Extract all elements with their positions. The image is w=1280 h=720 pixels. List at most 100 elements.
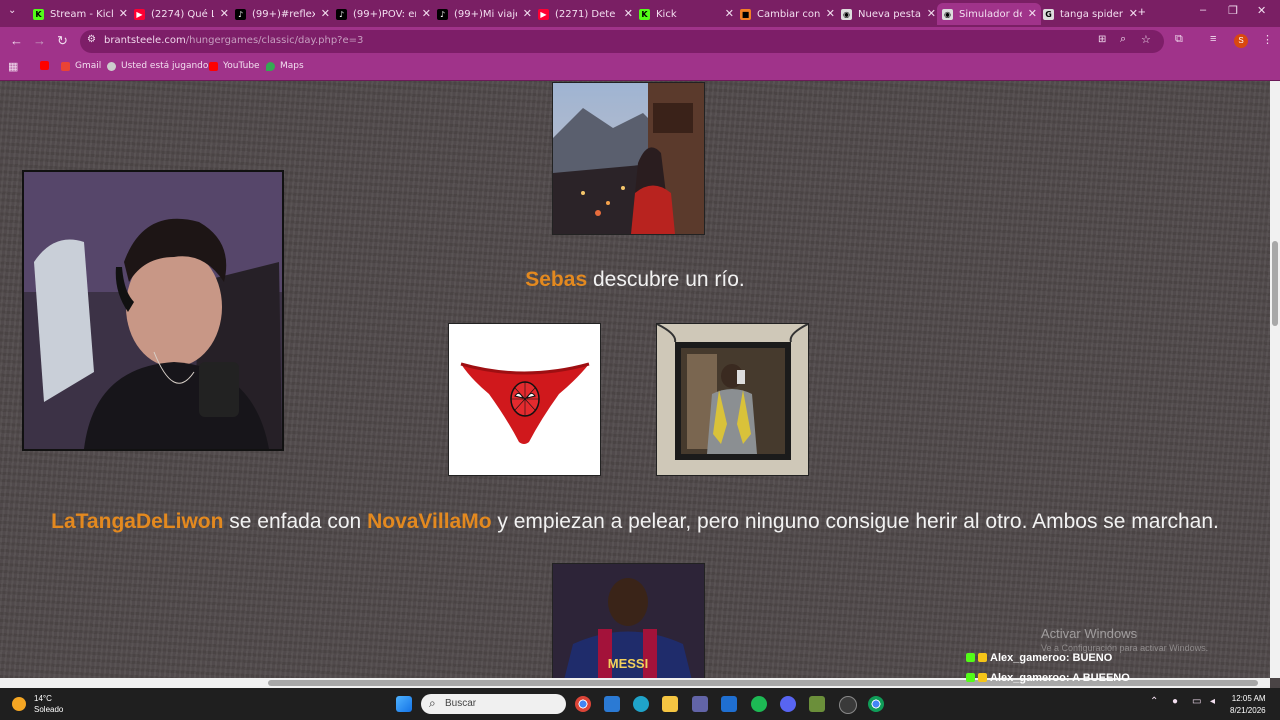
tray-chevron-icon[interactable]: ⌃ — [1150, 696, 1158, 707]
tab-close-icon[interactable]: ✕ — [422, 7, 431, 20]
obs-icon[interactable] — [839, 696, 857, 714]
tab[interactable]: ▶ (2271) Dete ✕ — [533, 3, 637, 25]
event-text: y empiezan a pelear, pero ninguno consig… — [497, 510, 1219, 533]
tab-close-icon[interactable]: ✕ — [220, 7, 229, 20]
tab-close-icon[interactable]: ✕ — [927, 7, 936, 20]
tribute-photo-town — [552, 82, 705, 235]
new-tab-icon[interactable]: + — [1138, 4, 1146, 19]
media-icon[interactable]: ≡ — [1210, 33, 1216, 45]
badge-icon — [978, 673, 987, 682]
network-icon[interactable]: ▭ — [1192, 696, 1201, 707]
chat-user: Alex_gameroo — [990, 671, 1066, 684]
maps-icon — [266, 61, 275, 71]
tab-close-icon[interactable]: ✕ — [1129, 7, 1138, 20]
url-text: brantsteele.com/hungergames/classic/day.… — [104, 35, 364, 46]
menu-icon[interactable]: ⋮ — [1262, 33, 1273, 46]
tab[interactable]: Gtanga spiderm ✕ — [1038, 3, 1142, 25]
weather-temp: 14°C — [34, 694, 52, 703]
tab-close-icon[interactable]: ✕ — [624, 7, 633, 20]
windows-start-icon[interactable] — [396, 696, 412, 712]
tab-close-icon[interactable]: ✕ — [523, 7, 532, 20]
tab-close-icon[interactable]: ✕ — [1028, 7, 1037, 20]
translate-icon[interactable]: ⊞ — [1098, 34, 1106, 45]
edge-icon[interactable] — [633, 696, 649, 712]
chat-user: Alex_gameroo — [990, 651, 1066, 664]
vertical-scrollbar[interactable] — [1270, 81, 1280, 678]
zoom-icon[interactable]: ⌕ — [1120, 33, 1126, 46]
tab-title: tanga spiderm — [1060, 8, 1123, 20]
maximize-icon[interactable]: ❐ — [1228, 4, 1238, 17]
address-bar[interactable]: ⚙ brantsteele.com/hungergames/classic/da… — [80, 30, 1164, 53]
tab[interactable]: ▶ (2274) Qué Los ✕ — [129, 3, 233, 25]
scroll-thumb[interactable] — [1272, 241, 1278, 326]
tab-search-icon[interactable]: ⌄ — [8, 5, 16, 16]
tab[interactable]: ◉ Simulador de ✕ — [937, 3, 1041, 25]
tab[interactable]: ♪ (99+)POV: entr ✕ — [331, 3, 435, 25]
badge-icon — [966, 673, 975, 682]
forward-icon[interactable]: → — [33, 33, 46, 48]
apps-icon[interactable]: ▦ — [8, 60, 18, 73]
tab-favicon-icon: ◉ — [942, 8, 953, 20]
tab[interactable]: K Stream - Kick D ✕ — [28, 3, 132, 25]
chat-text: : A BUEENO — [1065, 671, 1130, 684]
badge-icon — [978, 653, 987, 662]
bookmark-game[interactable]: Usted está jugando... — [107, 61, 217, 71]
toolbar: ← → ↻ ⚙ brantsteele.com/hungergames/clas… — [0, 27, 1280, 56]
event-text: descubre un río. — [592, 268, 745, 291]
search-icon: ⌕ — [429, 696, 436, 710]
tab[interactable]: ♪ (99+)Mi viaje p ✕ — [432, 3, 536, 25]
chrome-profile-icon[interactable] — [868, 696, 884, 712]
bookmark-youtube-icon[interactable] — [40, 61, 54, 70]
event-2: LaTangaDeLiwon se enfada con NovaVillaMo… — [0, 510, 1270, 534]
sun-icon — [12, 697, 26, 711]
reload-icon[interactable]: ↻ — [57, 33, 68, 49]
extensions-icon[interactable]: ⧉ — [1175, 33, 1183, 46]
tab-title: Simulador de — [959, 8, 1022, 20]
tab[interactable]: ◉ Nueva pestaña ✕ — [836, 3, 940, 25]
tab-title: (99+)POV: entr — [353, 8, 416, 20]
bookmark-star-icon[interactable]: ☆ — [1141, 33, 1151, 46]
tab[interactable]: ♪ (99+)#reflexion ✕ — [230, 3, 334, 25]
tab-close-icon[interactable]: ✕ — [321, 7, 330, 20]
taskbar-search[interactable]: ⌕ Buscar — [421, 694, 566, 714]
site-info-icon[interactable]: ⚙ — [87, 34, 96, 45]
tribute-photo-messi: MESSI — [552, 563, 705, 678]
bookmark-youtube[interactable]: YouTube — [209, 61, 260, 71]
tab-favicon-icon: ♪ — [235, 8, 246, 20]
game-icon — [107, 61, 116, 71]
tab-close-icon[interactable]: ✕ — [725, 7, 734, 20]
mail-icon[interactable] — [721, 696, 737, 712]
tab-favicon-icon: ◉ — [841, 8, 852, 20]
tab[interactable]: ■ Cambiar confi ✕ — [735, 3, 839, 25]
file-explorer-icon[interactable] — [662, 696, 678, 712]
store-icon[interactable] — [604, 696, 620, 712]
tribute-name: NovaVillaMo — [367, 510, 492, 533]
chat-message: Alex_gameroo : A BUEENO — [966, 669, 1130, 686]
bookmarks-bar: ▦ Gmail Usted está jugando... YouTube Ma… — [0, 56, 1280, 81]
taskbar: 14°C Soleado ⌕ Buscar ⌃ ● ▭ ◂ 12:05 AM 8… — [0, 688, 1280, 720]
microphone-icon[interactable]: ● — [1172, 696, 1178, 707]
tab-close-icon[interactable]: ✕ — [826, 7, 835, 20]
close-window-icon[interactable]: ✕ — [1257, 4, 1266, 17]
tab[interactable]: K Kick ✕ — [634, 3, 738, 25]
back-icon[interactable]: ← — [10, 33, 23, 48]
webcam-overlay — [22, 170, 284, 451]
spotify-icon[interactable] — [751, 696, 767, 712]
clock[interactable]: 12:05 AM 8/21/2026 — [1230, 693, 1266, 717]
weather-widget[interactable]: 14°C Soleado — [12, 693, 63, 715]
minimize-icon[interactable]: – — [1200, 4, 1206, 16]
bookmark-gmail[interactable]: Gmail — [61, 61, 101, 71]
volume-icon[interactable]: ◂ — [1210, 696, 1215, 707]
tab-favicon-icon: K — [33, 8, 44, 20]
tab-favicon-icon: ■ — [740, 8, 751, 20]
teams-icon[interactable] — [692, 696, 708, 712]
discord-icon[interactable] — [780, 696, 796, 712]
gmail-icon — [61, 61, 70, 71]
tribute-name: Sebas — [525, 268, 588, 291]
minecraft-icon[interactable] — [809, 696, 825, 712]
bookmark-maps[interactable]: Maps — [266, 61, 304, 71]
profile-avatar[interactable]: S — [1234, 34, 1248, 48]
tribute-photo-spiderman — [448, 323, 601, 476]
tab-close-icon[interactable]: ✕ — [119, 7, 128, 20]
chrome-icon[interactable] — [575, 696, 591, 712]
